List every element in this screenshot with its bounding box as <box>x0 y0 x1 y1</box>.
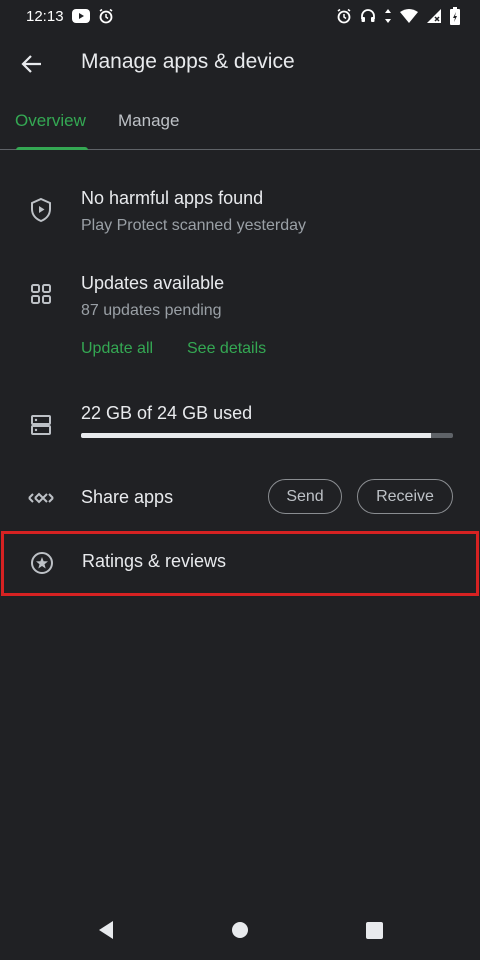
wifi-icon <box>400 9 418 23</box>
nav-home-button[interactable] <box>224 914 256 946</box>
ratings-reviews-title: Ratings & reviews <box>82 551 227 571</box>
tab-bar: Overview Manage <box>0 98 480 150</box>
tab-manage[interactable]: Manage <box>118 111 179 131</box>
alarm-icon <box>336 8 352 24</box>
home-circle-icon <box>232 922 248 938</box>
receive-button[interactable]: Receive <box>357 479 453 514</box>
update-all-button[interactable]: Update all <box>81 340 153 358</box>
apps-grid-icon <box>28 281 54 307</box>
nav-back-button[interactable] <box>90 914 122 946</box>
storage-progress-bar <box>81 433 453 438</box>
battery-icon <box>450 7 460 25</box>
data-arrows-icon <box>384 8 392 24</box>
storage-icon <box>28 412 54 438</box>
back-button[interactable] <box>14 46 50 82</box>
star-circle-icon <box>29 550 55 576</box>
status-left: 12:13 <box>26 8 114 25</box>
status-bar: 12:13 <box>0 0 480 32</box>
status-time: 12:13 <box>26 7 64 25</box>
headphones-icon <box>360 8 376 24</box>
status-right <box>336 7 460 25</box>
app-bar: Manage apps & device <box>0 32 480 94</box>
back-triangle-icon <box>99 921 113 939</box>
arrow-back-icon <box>21 55 41 73</box>
protect-subtitle: Play Protect scanned yesterday <box>81 217 307 234</box>
signal-icon <box>426 8 442 24</box>
updates-title: Updates available <box>81 273 225 293</box>
system-nav-bar <box>0 900 480 960</box>
shield-play-icon <box>28 197 54 223</box>
alarm-icon <box>98 8 114 24</box>
send-button[interactable]: Send <box>268 479 342 514</box>
share-apps-title: Share apps <box>81 487 174 507</box>
nav-recents-button[interactable] <box>358 914 390 946</box>
storage-title: 22 GB of 24 GB used <box>81 403 253 423</box>
page-title: Manage apps & device <box>81 50 295 73</box>
youtube-icon <box>71 9 90 23</box>
updates-subtitle: 87 updates pending <box>81 302 222 319</box>
play-protect-row[interactable]: No harmful apps found Play Protect scann… <box>0 180 480 250</box>
storage-row[interactable]: 22 GB of 24 GB used <box>0 395 480 455</box>
recents-square-icon <box>365 921 383 939</box>
share-nearby-icon <box>28 485 54 511</box>
ratings-reviews-row[interactable]: Ratings & reviews <box>1 531 479 596</box>
protect-title: No harmful apps found <box>81 188 264 208</box>
tab-overview[interactable]: Overview <box>15 111 86 131</box>
see-details-button[interactable]: See details <box>187 340 266 358</box>
updates-row[interactable]: Updates available 87 updates pending <box>0 265 480 335</box>
storage-progress-fill <box>81 433 431 438</box>
tab-indicator <box>16 147 88 150</box>
